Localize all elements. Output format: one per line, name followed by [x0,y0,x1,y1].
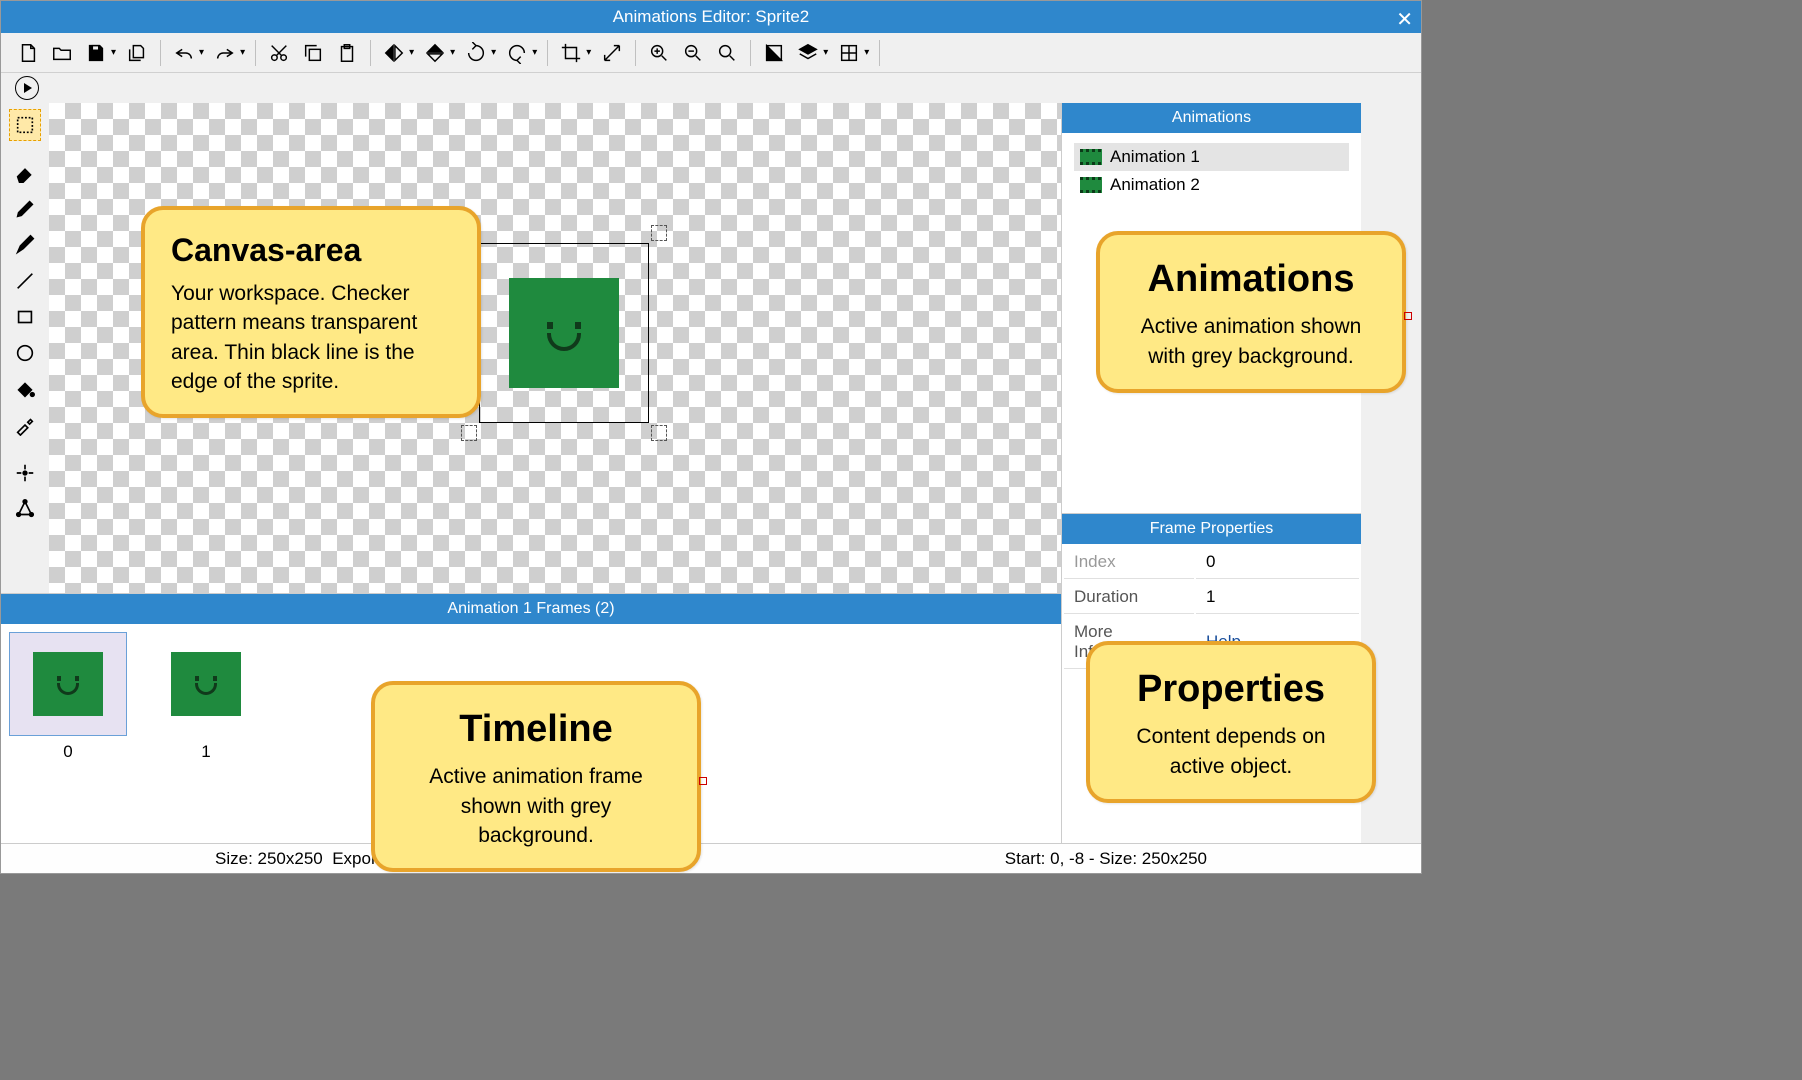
origin-tool[interactable] [9,457,41,489]
callout-title: Timeline [401,703,671,756]
rotate-ccw-dropdown-icon[interactable]: ▾ [491,47,496,58]
crop-dropdown-icon[interactable]: ▾ [586,47,591,58]
rotate-cw-icon[interactable] [502,38,532,68]
selection-handle-bl[interactable] [461,425,477,441]
layers-icon[interactable] [793,38,823,68]
sprite-bounds[interactable] [479,243,649,423]
paste-icon[interactable] [332,38,362,68]
eyedropper-tool[interactable] [9,409,41,441]
timeline-frame-0[interactable]: 0 [9,632,127,762]
animation-list-item[interactable]: Animation 1 [1074,143,1349,171]
sprite-face [509,278,619,388]
callout-canvas: Canvas-area Your workspace. Checker patt… [141,206,481,418]
play-row [1,73,1421,103]
callout-timeline: Timeline Active animation frame shown wi… [371,681,701,872]
selection-handle-br[interactable] [651,425,667,441]
window-title: Animations Editor: Sprite2 [613,7,810,27]
flip-h-dropdown-icon[interactable]: ▾ [409,47,414,58]
prop-label: Index [1064,546,1194,579]
selection-handle-tr[interactable] [651,225,667,241]
film-strip-icon [1080,149,1102,165]
clone-page-icon[interactable] [122,38,152,68]
layers-dropdown-icon[interactable]: ▾ [823,47,828,58]
callout-properties: Properties Content depends on active obj… [1086,641,1376,803]
prop-value: 0 [1196,546,1359,579]
animations-panel-header: Animations [1062,103,1361,133]
grid-icon[interactable] [834,38,864,68]
play-icon[interactable] [15,76,39,100]
status-size: Size: 250x250 [215,849,323,868]
rectangle-select-tool[interactable] [9,109,41,141]
callout-body: Active animation frame shown with grey b… [401,762,671,850]
animations-editor-window: Animations Editor: Sprite2 ✕ ▾ ▾ ▾ ▾ ▾ ▾… [0,0,1422,874]
side-tool-column [1,103,49,593]
cut-icon[interactable] [264,38,294,68]
callout-animations: Animations Active animation shown with g… [1096,231,1406,393]
eraser-tool[interactable] [9,157,41,189]
flip-vertical-icon[interactable] [420,38,450,68]
mask-icon[interactable] [759,38,789,68]
redo-icon[interactable] [210,38,240,68]
animation-list-item[interactable]: Animation 2 [1074,171,1349,199]
crop-icon[interactable] [556,38,586,68]
status-start: Start: 0, -8 - Size: 250x250 [1005,849,1207,869]
zoom-out-icon[interactable] [678,38,708,68]
title-bar: Animations Editor: Sprite2 ✕ [1,1,1421,33]
save-icon[interactable] [81,38,111,68]
callout-title: Properties [1116,663,1346,716]
frame-label: 1 [201,742,210,762]
timeline-header: Animation 1 Frames (2) [1,594,1061,624]
fill-tool[interactable] [9,373,41,405]
callout-body: Your workspace. Checker pattern means tr… [171,279,451,397]
line-tool[interactable] [9,265,41,297]
rotate-ccw-icon[interactable] [461,38,491,68]
frame-label: 0 [63,742,72,762]
resize-icon[interactable] [597,38,627,68]
collision-polygon-tool[interactable] [9,493,41,525]
rotate-cw-dropdown-icon[interactable]: ▾ [532,47,537,58]
open-folder-icon[interactable] [47,38,77,68]
prop-value[interactable]: 1 [1196,581,1359,614]
circle-tool[interactable] [9,337,41,369]
frame-properties-header: Frame Properties [1062,514,1361,544]
top-toolbar: ▾ ▾ ▾ ▾ ▾ ▾ ▾ ▾ ▾ ▾ [1,33,1421,73]
redo-dropdown-icon[interactable]: ▾ [240,47,245,58]
animation-label: Animation 2 [1110,175,1200,195]
zoom-fit-icon[interactable] [712,38,742,68]
callout-body: Content depends on active object. [1116,722,1346,781]
flip-horizontal-icon[interactable] [379,38,409,68]
timeline-frame-1[interactable]: 1 [147,632,265,762]
animation-label: Animation 1 [1110,147,1200,167]
callout-title: Animations [1126,253,1376,306]
undo-icon[interactable] [169,38,199,68]
prop-label: Duration [1064,581,1194,614]
pencil-tool[interactable] [9,193,41,225]
copy-icon[interactable] [298,38,328,68]
zoom-in-icon[interactable] [644,38,674,68]
new-file-icon[interactable] [13,38,43,68]
status-bar: Size: 250x250 Export Format: PNG Start: … [1,843,1421,873]
film-strip-icon [1080,177,1102,193]
callout-title: Canvas-area [171,228,451,273]
rectangle-tool[interactable] [9,301,41,333]
undo-dropdown-icon[interactable]: ▾ [199,47,204,58]
brush-tool[interactable] [9,229,41,261]
save-dropdown-icon[interactable]: ▾ [111,47,116,58]
callout-body: Active animation shown with grey backgro… [1126,312,1376,371]
grid-dropdown-icon[interactable]: ▾ [864,47,869,58]
flip-v-dropdown-icon[interactable]: ▾ [450,47,455,58]
close-icon[interactable]: ✕ [1396,7,1413,32]
